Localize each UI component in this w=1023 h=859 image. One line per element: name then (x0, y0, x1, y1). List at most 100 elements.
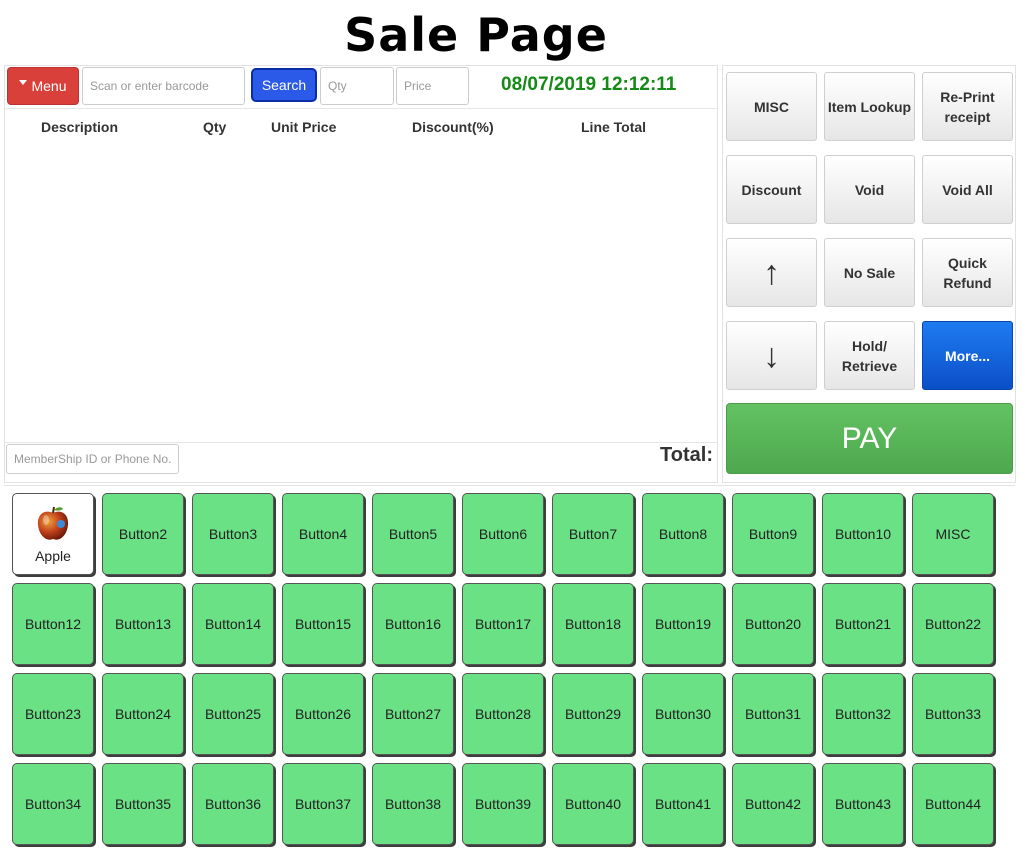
item-button-label: Button36 (204, 796, 262, 812)
item-button[interactable]: Button43 (822, 763, 904, 845)
column-header-unit-price: Unit Price (271, 119, 337, 135)
item-button[interactable]: Button42 (732, 763, 814, 845)
item-button[interactable]: Button35 (102, 763, 184, 845)
more-button[interactable]: More... (922, 321, 1013, 390)
item-button[interactable]: Button17 (462, 583, 544, 665)
item-button[interactable]: Button18 (552, 583, 634, 665)
item-button-label: Button40 (564, 796, 622, 812)
arrow-down-button[interactable]: ↓ (726, 321, 817, 390)
item-button-label: Button27 (384, 706, 442, 722)
item-button[interactable]: Button39 (462, 763, 544, 845)
no-sale-button[interactable]: No Sale (824, 238, 915, 307)
arrow-down-icon: ↓ (763, 336, 780, 375)
column-header-line-total: Line Total (581, 119, 647, 135)
item-button-label: Button24 (114, 706, 172, 722)
search-button[interactable]: Search (251, 68, 317, 102)
item-button[interactable]: Button32 (822, 673, 904, 755)
item-button-label: Button28 (474, 706, 532, 722)
void-button[interactable]: Void (824, 155, 915, 224)
item-button[interactable]: Button7 (552, 493, 634, 575)
item-button-label: Button35 (114, 796, 172, 812)
item-button[interactable]: Button30 (642, 673, 724, 755)
menu-button[interactable]: Menu (7, 67, 79, 105)
item-button[interactable]: Button23 (12, 673, 94, 755)
item-button[interactable]: Button8 (642, 493, 724, 575)
item-button[interactable]: Button14 (192, 583, 274, 665)
pay-button[interactable]: PAY (726, 403, 1013, 474)
item-button[interactable]: Button16 (372, 583, 454, 665)
item-button[interactable]: Button37 (282, 763, 364, 845)
item-button[interactable]: Button22 (912, 583, 994, 665)
item-button[interactable]: Button40 (552, 763, 634, 845)
item-button-label: Button5 (388, 526, 438, 542)
item-button[interactable]: Button13 (102, 583, 184, 665)
item-button[interactable]: Button31 (732, 673, 814, 755)
item-button-label: Button31 (744, 706, 802, 722)
item-button[interactable]: Button41 (642, 763, 724, 845)
item-button-label: Button15 (294, 616, 352, 632)
item-button[interactable]: Button12 (12, 583, 94, 665)
item-button[interactable]: Button2 (102, 493, 184, 575)
item-button[interactable]: Button44 (912, 763, 994, 845)
footer-divider (5, 442, 717, 443)
misc-button[interactable]: MISC (726, 72, 817, 141)
item-button-label: Button21 (834, 616, 892, 632)
membership-input[interactable] (6, 444, 179, 474)
item-button-label: Button25 (204, 706, 262, 722)
item-button-label: Button42 (744, 796, 802, 812)
item-button[interactable]: Button27 (372, 673, 454, 755)
reprint-receipt-button[interactable]: Re-Print receipt (922, 72, 1013, 141)
item-button-label: Button8 (658, 526, 708, 542)
item-button[interactable]: Button38 (372, 763, 454, 845)
item-button[interactable]: Button34 (12, 763, 94, 845)
item-button[interactable]: Button36 (192, 763, 274, 845)
arrow-up-button[interactable]: ↑ (726, 238, 817, 307)
item-button[interactable]: Button25 (192, 673, 274, 755)
item-button-label: Button29 (564, 706, 622, 722)
item-button[interactable]: Button9 (732, 493, 814, 575)
hold-retrieve-button[interactable]: Hold/ Retrieve (824, 321, 915, 390)
item-button[interactable]: Button4 (282, 493, 364, 575)
item-button[interactable]: Button29 (552, 673, 634, 755)
item-button[interactable]: Button20 (732, 583, 814, 665)
item-button[interactable]: Button6 (462, 493, 544, 575)
item-button-label: MISC (935, 526, 971, 542)
column-header-description: Description (41, 119, 119, 135)
item-button[interactable]: MISC (912, 493, 994, 575)
column-header-discount: Discount(%) (412, 119, 494, 135)
item-button-label: Button37 (294, 796, 352, 812)
item-button-label: Button9 (748, 526, 798, 542)
discount-button[interactable]: Discount (726, 155, 817, 224)
item-button-label: Button6 (478, 526, 528, 542)
void-all-button[interactable]: Void All (922, 155, 1013, 224)
menu-button-label: Menu (31, 78, 67, 94)
caret-down-icon (19, 79, 28, 85)
quick-refund-button[interactable]: Quick Refund (922, 238, 1013, 307)
barcode-input[interactable] (82, 67, 245, 105)
price-input[interactable] (396, 67, 469, 105)
item-button[interactable]: Button19 (642, 583, 724, 665)
item-button-label: Button34 (24, 796, 82, 812)
item-lookup-button[interactable]: Item Lookup (824, 72, 915, 141)
item-button-label: Button13 (114, 616, 172, 632)
item-button-label: Button16 (384, 616, 442, 632)
item-button-label: Button10 (834, 526, 892, 542)
item-button[interactable]: Button3 (192, 493, 274, 575)
item-button-label: Button38 (384, 796, 442, 812)
item-button[interactable]: Button15 (282, 583, 364, 665)
item-button-apple[interactable]: Apple (12, 493, 94, 575)
item-button[interactable]: Button26 (282, 673, 364, 755)
item-button[interactable]: Button28 (462, 673, 544, 755)
item-button-label: Button43 (834, 796, 892, 812)
item-button[interactable]: Button10 (822, 493, 904, 575)
item-button[interactable]: Button33 (912, 673, 994, 755)
item-button[interactable]: Button21 (822, 583, 904, 665)
item-button-label: Button7 (568, 526, 618, 542)
item-button[interactable]: Button5 (372, 493, 454, 575)
total-label: Total: (660, 444, 713, 466)
datetime-display: 08/07/2019 12:12:11 (501, 74, 677, 95)
qty-input[interactable] (320, 67, 394, 105)
item-button[interactable]: Button24 (102, 673, 184, 755)
item-button-label: Button30 (654, 706, 712, 722)
item-button-label: Button32 (834, 706, 892, 722)
